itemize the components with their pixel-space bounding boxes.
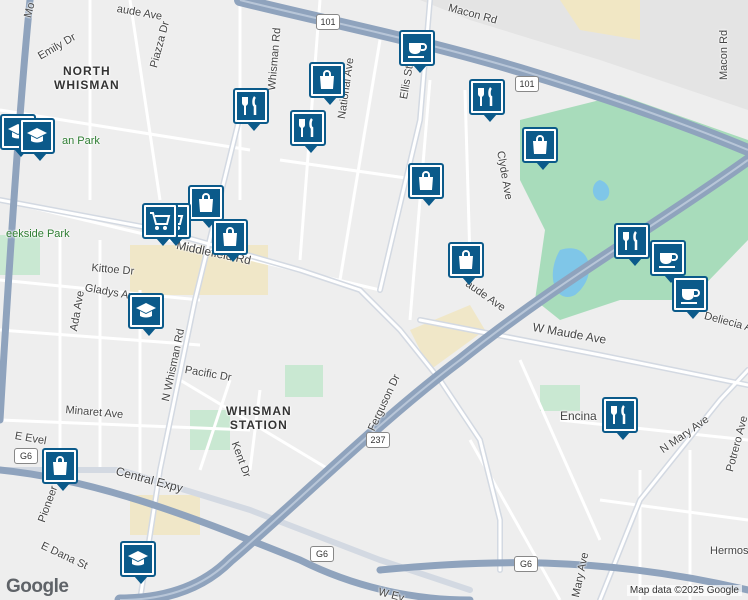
cafe-pin[interactable] — [672, 276, 708, 319]
shopping-pin[interactable] — [448, 242, 484, 285]
restaurant-icon — [294, 114, 322, 142]
school-pin[interactable] — [120, 541, 156, 584]
shopping-icon — [313, 66, 341, 94]
school-icon — [132, 297, 160, 325]
shopping-pin[interactable] — [212, 219, 248, 262]
cafe-pin[interactable] — [650, 240, 686, 283]
shopping-pin[interactable] — [309, 62, 345, 105]
us101-shield: 101 — [515, 76, 539, 92]
shopping-icon — [46, 452, 74, 480]
g6-shield: G6 — [14, 448, 38, 464]
cafe-icon — [654, 244, 682, 272]
map-view[interactable]: NORTH WHISMAN WHISMAN STATION Encina eek… — [0, 0, 748, 600]
school-pin[interactable] — [128, 293, 164, 336]
restaurant-icon — [618, 227, 646, 255]
restaurant-pin[interactable] — [614, 223, 650, 266]
cafe-icon — [403, 34, 431, 62]
shopping-pin[interactable] — [408, 163, 444, 206]
cart-icon — [146, 207, 174, 235]
creekside-park-label: eekside Park — [6, 228, 70, 240]
north-whisman-label: NORTH WHISMAN — [54, 64, 120, 92]
encina-label: Encina — [560, 409, 597, 423]
school-icon — [124, 545, 152, 573]
map-attribution[interactable]: Map data ©2025 Google — [626, 585, 742, 596]
shopping-pin[interactable] — [188, 185, 224, 228]
whisman-station-text: WHISMAN STATION — [226, 404, 292, 432]
grocery-pin[interactable] — [142, 203, 178, 246]
restaurant-pin[interactable] — [602, 397, 638, 440]
north-whisman-text: NORTH WHISMAN — [54, 64, 120, 92]
macon-rd-right-label: Macon Rd — [718, 29, 730, 80]
school-icon — [23, 122, 51, 150]
shopping-icon — [412, 167, 440, 195]
shopping-icon — [452, 246, 480, 274]
restaurant-icon — [237, 92, 265, 120]
g6-shield: G6 — [310, 546, 334, 562]
restaurant-pin[interactable] — [233, 88, 269, 131]
hermosa-label: Hermos — [710, 545, 748, 557]
whisman-station-label: WHISMAN STATION — [226, 404, 292, 432]
cafe-pin[interactable] — [399, 30, 435, 73]
an-park-label: an Park — [62, 135, 100, 147]
shopping-pin[interactable] — [42, 448, 78, 491]
school-pin[interactable] — [19, 118, 55, 161]
shopping-icon — [526, 131, 554, 159]
restaurant-pin[interactable] — [290, 110, 326, 153]
restaurant-pin[interactable] — [469, 79, 505, 122]
google-logo: Google — [6, 576, 69, 597]
restaurant-icon — [473, 83, 501, 111]
shopping-pin[interactable] — [522, 127, 558, 170]
g6-shield: G6 — [514, 556, 538, 572]
shopping-icon — [192, 189, 220, 217]
shopping-icon — [216, 223, 244, 251]
restaurant-icon — [606, 401, 634, 429]
cafe-icon — [676, 280, 704, 308]
us101-shield: 101 — [316, 14, 340, 30]
ca237-shield: 237 — [366, 432, 390, 448]
